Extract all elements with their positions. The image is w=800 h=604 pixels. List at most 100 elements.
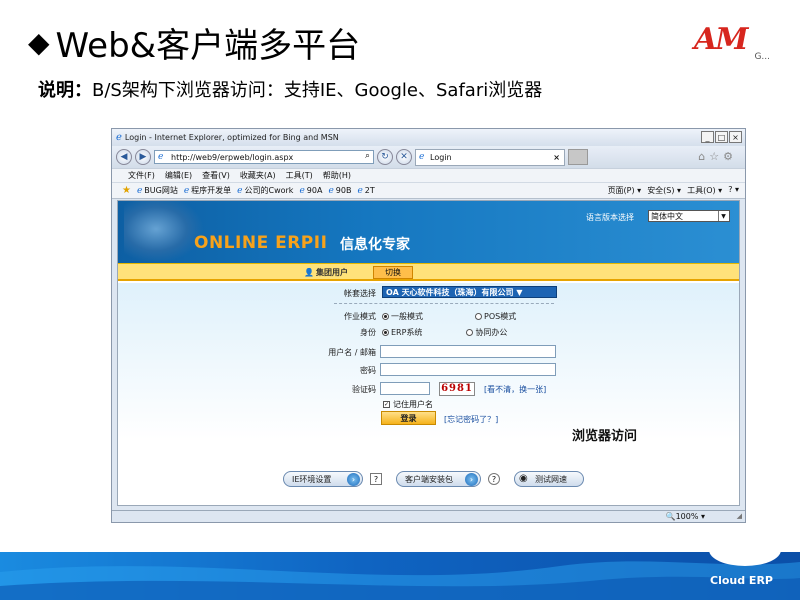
username-input[interactable] xyxy=(380,345,556,358)
favorite-item[interactable]: ℯ 90A xyxy=(299,186,322,196)
slide-title-text: Web&客户端多平台 xyxy=(55,26,361,66)
forgot-password-link[interactable]: [忘记密码了？] xyxy=(444,414,498,425)
resize-grip-icon[interactable]: ◢ xyxy=(737,512,742,520)
fav-page-icon: ℯ xyxy=(328,185,334,196)
fav-label: 程序开发单 xyxy=(191,186,232,195)
favorite-item[interactable]: ℯ BUG网站 xyxy=(137,185,178,196)
captcha-refresh-link[interactable]: [看不清，换一张] xyxy=(484,384,546,395)
footer-wave-graphic xyxy=(0,561,800,600)
cmd-help[interactable]: ? ▾ xyxy=(728,185,739,196)
banner-figure-image xyxy=(124,201,204,263)
logo-text: AM xyxy=(694,22,749,57)
favorite-item[interactable]: ℯ 程序开发单 xyxy=(184,185,231,196)
fav-label: BUG网站 xyxy=(144,186,178,195)
arrow-right-icon: › xyxy=(465,473,478,486)
username-label: 用户名 / 邮箱 xyxy=(328,348,376,357)
tab-group-label: 集团用户 xyxy=(315,268,348,277)
tab-group-user[interactable]: 👤 集团用户 xyxy=(304,267,348,278)
favorite-item[interactable]: ℯ 2T xyxy=(357,186,374,196)
radio-dot xyxy=(466,329,474,336)
identity-label: 身份 xyxy=(360,328,376,337)
cmd-tools[interactable]: 工具(O) ▾ xyxy=(687,185,722,196)
help-circle-icon[interactable]: ? xyxy=(488,473,500,485)
favorites-star-icon[interactable]: ★ xyxy=(122,185,131,196)
arrow-right-icon: › xyxy=(347,473,360,486)
window-title: Login - Internet Explorer, optimized for… xyxy=(124,133,339,142)
subtitle-text: B/S架构下浏览器访问：支持IE、Google、Safari浏览器 xyxy=(92,80,543,101)
remember-checkbox[interactable]: ✓ xyxy=(383,401,390,408)
company-logo: AM G... xyxy=(694,22,770,64)
browser-access-annotation: 浏览器访问 xyxy=(572,429,638,444)
language-label: 语言版本选择 xyxy=(586,213,634,222)
erp-brand: ONLINE ERPII xyxy=(194,233,328,253)
search-icon[interactable]: ⌕ xyxy=(365,151,370,161)
account-label: 帐套选择 xyxy=(344,289,376,298)
fav-page-icon: ℯ xyxy=(237,185,243,196)
tab-close-icon[interactable]: × xyxy=(553,153,560,162)
language-select[interactable]: 简体中文 ▼ xyxy=(648,210,730,222)
address-row: ◀ ▶ ℯ http://web9/erpweb/login.aspx ⌕ ↻ … xyxy=(112,146,745,168)
menu-help[interactable]: 帮助(H) xyxy=(323,170,351,181)
favorite-item[interactable]: ℯ 90B xyxy=(328,186,351,196)
browser-titlebar: ℯ Login - Internet Explorer, optimized f… xyxy=(112,129,745,146)
login-form: 帐套选择 OA 天心软件科技（珠海）有限公司 ▼ 作业模式 一般模式 POS模式… xyxy=(118,283,739,505)
remember-label: 记住用户名 xyxy=(393,400,433,409)
address-bar[interactable]: ℯ http://web9/erpweb/login.aspx ⌕ xyxy=(154,150,374,164)
maximize-button[interactable]: □ xyxy=(715,131,728,143)
cloud-erp-label: Cloud ERP xyxy=(710,574,773,587)
fav-page-icon: ℯ xyxy=(357,185,363,196)
fav-page-icon: ℯ xyxy=(183,185,190,196)
menu-favorites[interactable]: 收藏夹(A) xyxy=(240,170,276,181)
help-square-icon[interactable]: ? xyxy=(370,473,382,485)
page-content: ONLINE ERPII 信息化专家 语言版本选择 简体中文 ▼ 👤 集团用户 … xyxy=(117,200,740,506)
minimize-button[interactable]: _ xyxy=(701,131,714,143)
account-select[interactable]: OA 天心软件科技（珠海）有限公司 ▼ xyxy=(382,286,557,298)
stop-button[interactable]: ✕ xyxy=(396,149,412,165)
mode-normal-radio[interactable]: 一般模式 xyxy=(382,311,423,322)
back-button[interactable]: ◀ xyxy=(116,149,132,165)
logo-suffix: G... xyxy=(754,52,770,62)
password-input[interactable] xyxy=(380,363,556,376)
captcha-input[interactable] xyxy=(380,382,430,395)
menu-tools[interactable]: 工具(T) xyxy=(286,170,313,181)
tab-switch[interactable]: 切换 xyxy=(373,266,413,279)
browser-tab-login[interactable]: ℯ Login × xyxy=(415,148,565,166)
mode-pos-radio[interactable]: POS模式 xyxy=(475,311,516,322)
identity-erp-radio[interactable]: ERP系统 xyxy=(382,327,422,338)
favorite-item[interactable]: ℯ 公司的Cwork xyxy=(237,185,293,196)
menu-file[interactable]: 文件(F) xyxy=(128,170,155,181)
radio-label: POS模式 xyxy=(484,312,517,321)
menu-edit[interactable]: 编辑(E) xyxy=(165,170,192,181)
test-speed-button[interactable]: ◉ 测试网速 xyxy=(514,471,584,487)
menu-view[interactable]: 查看(V) xyxy=(202,170,230,181)
identity-options: ERP系统 协同办公 xyxy=(382,327,507,338)
fav-label: 2T xyxy=(364,186,375,195)
forward-button[interactable]: ▶ xyxy=(135,149,151,165)
captcha-image[interactable]: 6981 xyxy=(439,382,475,396)
cmd-safety[interactable]: 安全(S) ▾ xyxy=(647,185,681,196)
radio-label: 一般模式 xyxy=(391,312,423,321)
refresh-button[interactable]: ↻ xyxy=(377,149,393,165)
login-button[interactable]: 登录 xyxy=(381,411,436,425)
fav-page-icon: ℯ xyxy=(136,185,143,196)
home-star-gear-icons[interactable]: ⌂☆⚙ xyxy=(698,150,737,163)
client-install-button[interactable]: 客户端安装包 › xyxy=(396,471,481,487)
password-label: 密码 xyxy=(360,366,376,375)
identity-oa-radio[interactable]: 协同办公 xyxy=(466,327,507,338)
fav-label: 90B xyxy=(335,186,352,195)
radio-label: ERP系统 xyxy=(391,328,423,337)
new-tab-button[interactable] xyxy=(568,149,588,165)
cmd-page[interactable]: 页面(P) ▾ xyxy=(608,185,642,196)
zoom-level[interactable]: 🔍100% ▾ xyxy=(666,512,705,521)
remember-username[interactable]: ✓ 记住用户名 xyxy=(383,399,433,410)
fav-label: 公司的Cwork xyxy=(244,186,294,195)
slide-subtitle: 说明：B/S架构下浏览器访问：支持IE、Google、Safari浏览器 xyxy=(38,76,542,102)
chevron-down-icon: ▼ xyxy=(718,211,728,221)
tab-page-icon: ℯ xyxy=(419,152,425,162)
ie-settings-button[interactable]: IE环境设置 › xyxy=(283,471,363,487)
user-icon: 👤 xyxy=(304,268,314,277)
radio-dot xyxy=(475,313,482,320)
close-button[interactable]: × xyxy=(729,131,742,143)
footer-band xyxy=(0,552,800,600)
diamond-bullet-icon: ◆ xyxy=(28,26,50,59)
